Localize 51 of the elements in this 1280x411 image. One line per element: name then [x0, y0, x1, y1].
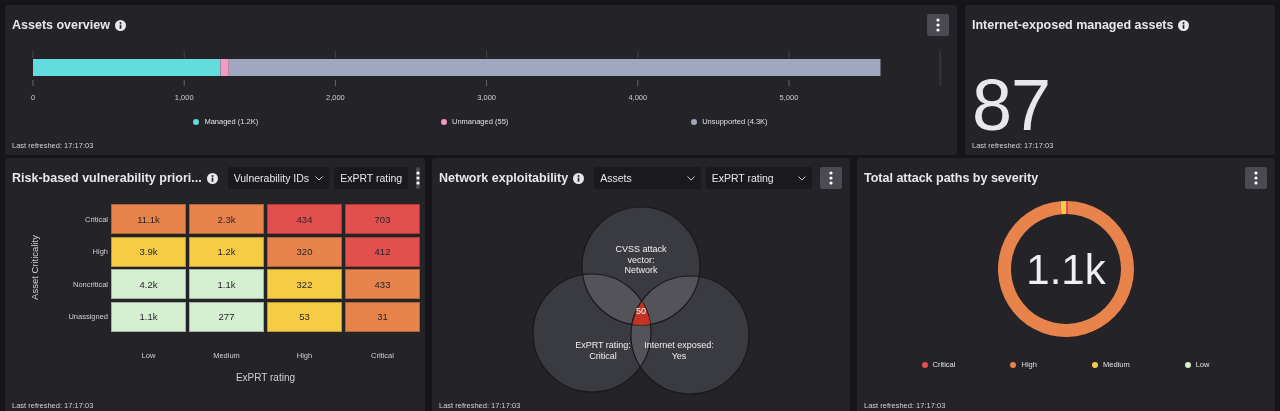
heatmap-cell[interactable]: 4.2k [111, 269, 186, 299]
heatmap-cell[interactable]: 53 [267, 301, 342, 332]
axis-title: Asset Criticality [28, 235, 40, 301]
dropdown[interactable]: ExPRT rating [334, 167, 409, 189]
set-label: ExPRT rating: Critical [574, 340, 631, 361]
more-icon [936, 18, 940, 32]
heatmap-cell[interactable]: 31 [345, 301, 420, 332]
heatmap-cell[interactable]: 1.2k [189, 236, 264, 267]
donut-slice[interactable] [1059, 201, 1066, 215]
more-button[interactable] [820, 167, 842, 189]
chevron-down-icon [798, 175, 807, 181]
heatmap-cell[interactable]: 322 [267, 269, 342, 299]
more-button[interactable] [1245, 167, 1267, 189]
heatmap-cell[interactable]: 277 [189, 301, 264, 332]
dropdown[interactable]: ExPRT rating [705, 167, 813, 189]
heatmap-cell[interactable]: 433 [345, 269, 420, 299]
dropdown[interactable]: Vulnerability IDs [227, 167, 330, 189]
heatmap-cell[interactable]: 412 [345, 236, 420, 267]
heatmap-cell[interactable]: 11.1k [111, 204, 186, 234]
info-icon[interactable] [206, 172, 218, 184]
donut-slice[interactable] [997, 201, 1134, 337]
more-icon [1254, 171, 1258, 185]
card-title: Total attack paths by severity [864, 171, 1039, 185]
heatmap-cell[interactable]: 1.1k [111, 301, 186, 332]
metric-value: 87 [972, 69, 1051, 141]
dropdown[interactable]: Assets [594, 167, 701, 189]
total-value: 1.1k [1025, 246, 1106, 293]
heatmap-cell[interactable]: 703 [345, 204, 420, 234]
heatmap-cell[interactable]: 2.3k [189, 204, 264, 234]
heatmap-cell[interactable]: 3.9k [111, 236, 186, 267]
card-title: Internet-exposed managed assets [972, 18, 1174, 32]
card-title: Network exploitability [439, 171, 569, 185]
chevron-down-icon [686, 175, 695, 181]
more-button[interactable] [416, 167, 421, 189]
set-label: CVSS attack vector: Network [615, 244, 666, 275]
heatmap-cell[interactable]: 320 [267, 236, 342, 267]
more-button[interactable] [927, 14, 949, 36]
more-icon [829, 171, 834, 185]
card-title: Risk-based vulnerability priori... [12, 171, 202, 185]
heatmap-cell[interactable]: 1.1k [189, 269, 264, 299]
set-label: Internet exposed: Yes [643, 340, 714, 361]
card-title: Assets overview [12, 18, 110, 32]
axis-title: ExPRT rating [235, 371, 296, 383]
more-icon [416, 171, 421, 185]
info-icon[interactable] [573, 172, 585, 184]
donut-slice[interactable] [1065, 201, 1068, 215]
heatmap-cell[interactable]: 434 [267, 204, 342, 234]
info-icon[interactable] [1178, 19, 1190, 31]
info-icon[interactable] [115, 19, 126, 31]
chevron-down-icon [315, 175, 324, 181]
intersection-count: 50 [635, 306, 646, 316]
